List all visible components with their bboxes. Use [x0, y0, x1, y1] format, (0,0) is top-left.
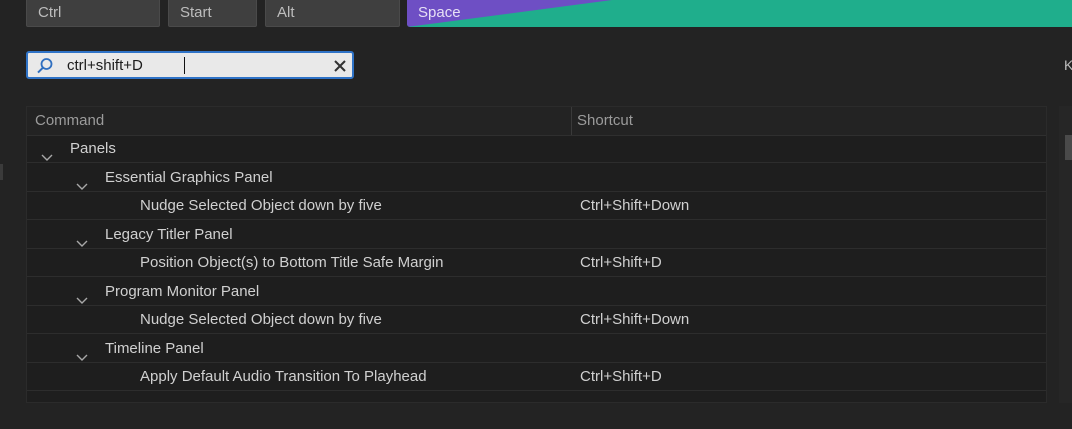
command-label: Apply Default Audio Transition To Playhe…	[140, 368, 427, 385]
key-alt[interactable]: Alt	[265, 0, 400, 27]
scrollbar-thumb[interactable]	[1065, 135, 1072, 160]
column-header-command[interactable]: Command	[35, 107, 104, 134]
command-label: Timeline Panel	[105, 339, 204, 357]
table-row[interactable]: Nudge Selected Object down by five Ctrl+S…	[27, 192, 1046, 220]
key-label: Ctrl	[38, 4, 62, 21]
side-label: K	[1064, 57, 1072, 73]
tree-group-row[interactable]: Legacy Titler Panel	[27, 221, 1046, 249]
shortcut-label[interactable]: Ctrl+Shift+Down	[580, 192, 689, 219]
command-label: Program Monitor Panel	[105, 282, 260, 300]
column-divider[interactable]	[571, 107, 572, 135]
shortcut-label[interactable]: Ctrl+Shift+D	[580, 363, 662, 390]
command-label: Position Object(s) to Bottom Title Safe …	[140, 254, 444, 271]
command-label: Legacy Titler Panel	[105, 225, 233, 243]
search-field[interactable]	[26, 51, 354, 79]
keyboard-shortcuts-dialog: Ctrl Start Alt Space K	[0, 0, 1072, 429]
command-label: Panels	[70, 140, 116, 157]
divider	[0, 164, 3, 180]
key-label: Space	[418, 4, 461, 21]
text-caret	[184, 57, 185, 74]
table-row[interactable]: Nudge Selected Object down by five Ctrl+S…	[27, 306, 1046, 334]
search-input[interactable]	[67, 55, 327, 75]
table-row[interactable]: Position Object(s) to Bottom Title Safe …	[27, 249, 1046, 277]
tree-group-row[interactable]: Essential Graphics Panel	[27, 164, 1046, 192]
tree-group-row[interactable]: Panels	[27, 135, 1046, 163]
key-ctrl[interactable]: Ctrl	[26, 0, 160, 27]
search-icon	[36, 57, 54, 80]
command-label: Essential Graphics Panel	[105, 168, 273, 186]
command-label: Nudge Selected Object down by five	[140, 311, 382, 328]
key-space[interactable]: Space	[407, 0, 1072, 27]
key-label: Alt	[277, 4, 295, 21]
key-highlight-band	[407, 0, 612, 27]
shortcuts-table: Command Shortcut Panels Essential Graphic…	[26, 106, 1047, 403]
table-row[interactable]: Apply Default Audio Transition To Playhe…	[27, 363, 1046, 391]
key-label: Start	[180, 4, 212, 21]
shortcut-label[interactable]: Ctrl+Shift+D	[580, 249, 662, 276]
command-label: Nudge Selected Object down by five	[140, 197, 382, 214]
table-header: Command Shortcut	[27, 107, 1046, 136]
tree-group-row[interactable]: Timeline Panel	[27, 335, 1046, 363]
tree-group-row[interactable]: Program Monitor Panel	[27, 278, 1046, 306]
column-header-shortcut[interactable]: Shortcut	[577, 107, 633, 134]
key-start[interactable]: Start	[168, 0, 257, 27]
close-icon[interactable]	[332, 58, 348, 74]
shortcut-label[interactable]: Ctrl+Shift+Down	[580, 306, 689, 333]
